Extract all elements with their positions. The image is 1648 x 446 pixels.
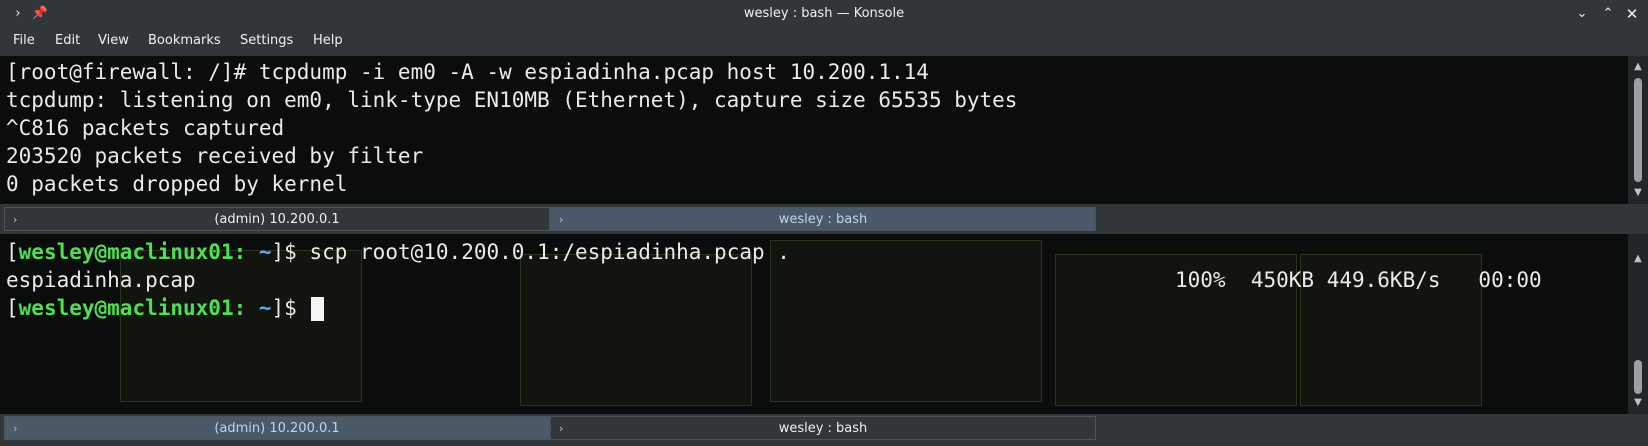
scroll-up-icon[interactable]: ▲ bbox=[1628, 252, 1648, 266]
title-bar: › 📌 wesley : bash — Konsole ⌄ ⌃ ✕ bbox=[0, 0, 1648, 28]
prompt-bracket: [ bbox=[6, 240, 19, 264]
tab-chevron-icon: › bbox=[559, 213, 564, 226]
scroll-down-icon[interactable]: ▼ bbox=[1628, 186, 1648, 200]
menu-edit[interactable]: Edit bbox=[55, 33, 80, 48]
bottom-terminal[interactable]: [wesley@maclinux01: ~]$ scp root@10.200.… bbox=[0, 234, 1628, 414]
menu-file[interactable]: File bbox=[13, 33, 35, 48]
tab-label: (admin) 10.200.0.1 bbox=[214, 212, 340, 227]
prompt-dir: ~ bbox=[246, 296, 272, 320]
window-title: wesley : bash — Konsole bbox=[743, 6, 905, 21]
text-cursor bbox=[311, 297, 325, 321]
tab-wesley-bash[interactable]: › wesley : bash bbox=[550, 416, 1096, 440]
prompt-bracket: ]$ bbox=[271, 240, 297, 264]
terminal-line: tcpdump: listening on em0, link-type EN1… bbox=[6, 88, 1018, 112]
tab-label: (admin) 10.200.0.1 bbox=[214, 421, 340, 436]
minimize-icon[interactable]: ⌄ bbox=[1572, 4, 1592, 24]
tab-label: wesley : bash bbox=[778, 421, 868, 436]
transfer-filename: espiadinha.pcap bbox=[6, 268, 196, 292]
close-icon[interactable]: ✕ bbox=[1622, 4, 1642, 24]
tab-admin-session[interactable]: › (admin) 10.200.0.1 bbox=[4, 207, 550, 231]
terminal-line-command: [wesley@maclinux01: ~]$ scp root@10.200.… bbox=[6, 238, 790, 266]
prompt-bracket: ]$ bbox=[271, 296, 297, 320]
menu-bar: File Edit View Bookmarks Settings Help bbox=[0, 28, 1648, 54]
scroll-thumb[interactable] bbox=[1634, 360, 1642, 394]
transfer-stats: 100% 450KB 449.6KB/s 00:00 bbox=[1175, 268, 1542, 292]
tab-chevron-icon: › bbox=[559, 422, 564, 435]
scroll-up-icon[interactable]: ▲ bbox=[1628, 60, 1648, 74]
top-terminal-scrollbar[interactable]: ▲ ▼ bbox=[1628, 56, 1648, 204]
menu-help[interactable]: Help bbox=[313, 33, 343, 48]
tab-admin-session[interactable]: › (admin) 10.200.0.1 bbox=[4, 416, 550, 440]
tab-wesley-bash[interactable]: › wesley : bash bbox=[550, 207, 1096, 231]
prompt-user: wesley@maclinux01: bbox=[18, 296, 247, 320]
maximize-icon[interactable]: ⌃ bbox=[1598, 4, 1618, 24]
bottom-terminal-scrollbar[interactable]: ▲ ▼ bbox=[1628, 234, 1648, 414]
top-terminal[interactable]: [root@firewall: /]# tcpdump -i em0 -A -w… bbox=[0, 56, 1628, 204]
tab-label: wesley : bash bbox=[778, 212, 868, 227]
scroll-thumb[interactable] bbox=[1634, 78, 1642, 182]
prompt-dir: ~ bbox=[246, 240, 272, 264]
menu-settings[interactable]: Settings bbox=[240, 33, 293, 48]
terminal-line: ^C816 packets captured bbox=[6, 116, 285, 140]
terminal-line-prompt: [wesley@maclinux01: ~]$ bbox=[6, 294, 325, 322]
prompt-user: wesley@maclinux01: bbox=[18, 240, 247, 264]
menu-bookmarks[interactable]: Bookmarks bbox=[148, 33, 221, 48]
terminal-line: [root@firewall: /]# tcpdump -i em0 -A -w… bbox=[6, 60, 929, 84]
terminal-line: 203520 packets received by filter bbox=[6, 144, 424, 168]
background-ghost bbox=[520, 254, 752, 406]
tab-chevron-icon: › bbox=[13, 422, 18, 435]
bottom-tab-bar: › (admin) 10.200.0.1 › wesley : bash bbox=[0, 415, 1648, 441]
scroll-down-icon[interactable]: ▼ bbox=[1628, 396, 1648, 410]
terminal-line: 0 packets dropped by kernel bbox=[6, 172, 348, 196]
top-tab-bar: › (admin) 10.200.0.1 › wesley : bash bbox=[0, 206, 1648, 232]
prompt-bracket: [ bbox=[6, 296, 19, 320]
command-text: scp root@10.200.0.1:/espiadinha.pcap . bbox=[296, 240, 790, 264]
menu-view[interactable]: View bbox=[98, 33, 129, 48]
tab-chevron-icon: › bbox=[13, 213, 18, 226]
background-ghost bbox=[770, 240, 1042, 402]
